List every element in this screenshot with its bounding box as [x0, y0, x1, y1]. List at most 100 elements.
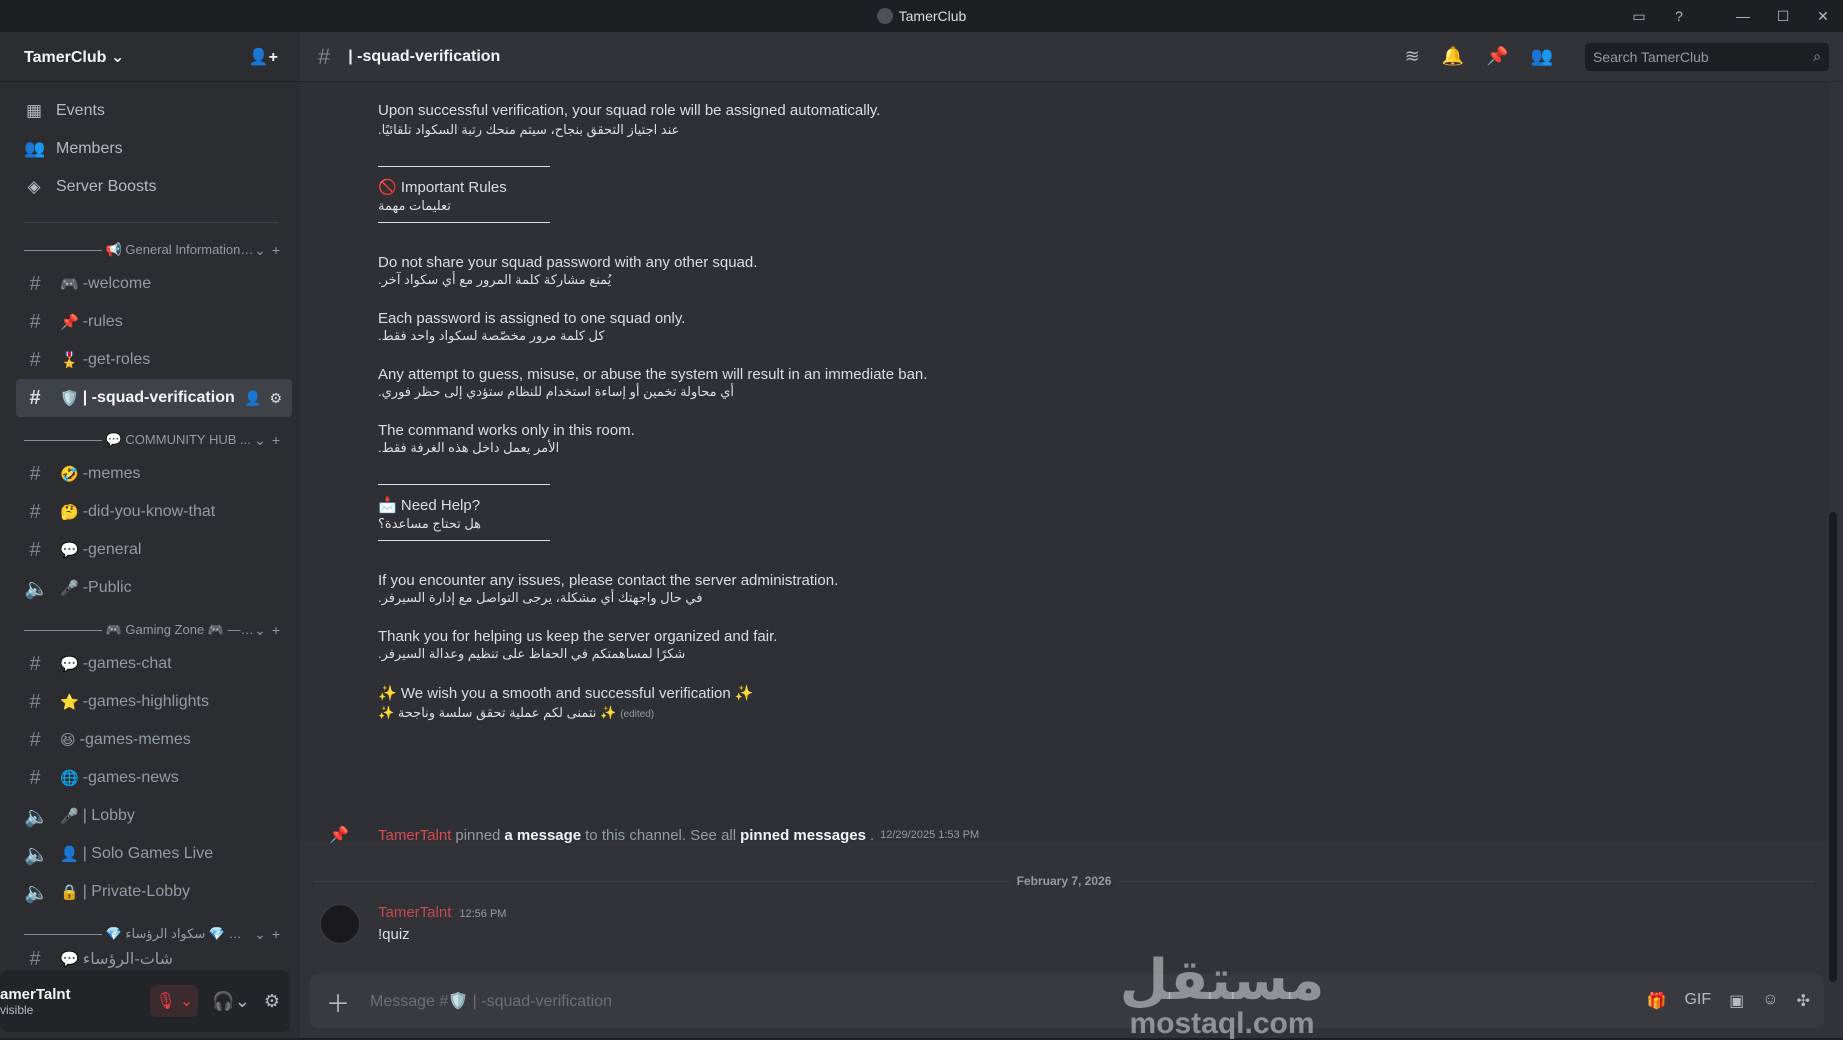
nav-events[interactable]: ▦ Events	[16, 92, 292, 130]
text-channel-icon: #	[29, 386, 41, 409]
help-icon[interactable]: ?	[1659, 0, 1699, 32]
message-input[interactable]: Message #🛡️ | -squad-verification	[370, 991, 1647, 1011]
add-attachment-icon[interactable]: ＋	[324, 987, 352, 1018]
gear-icon[interactable]: ⚙	[269, 390, 282, 407]
pin-message-link[interactable]: a message	[504, 827, 581, 844]
message-text-ar: عند اجتياز التحقق بنجاح، سيتم منحك رتبة …	[378, 122, 680, 137]
add-channel-icon[interactable]: +	[272, 242, 280, 259]
message-author[interactable]: TamerTalnt	[378, 904, 451, 921]
channel-squad-verification[interactable]: # 🛡️ | -squad-verification 👤 ⚙	[16, 379, 292, 417]
channel-emoji: 🤔	[60, 504, 79, 521]
channel-public[interactable]: 🔈 🎤 -Public	[16, 569, 292, 607]
calendar-icon: ▦	[25, 101, 43, 120]
watermark-arabic: مستقل	[1119, 948, 1325, 1011]
message-item: TamerTalnt 12:56 PM !quiz	[300, 902, 1830, 962]
minimize-button[interactable]: —	[1723, 0, 1763, 32]
close-button[interactable]: ✕	[1803, 0, 1843, 32]
composer-toolbar: 🎁 GIF ▣ ☺ ✣	[1647, 991, 1810, 1011]
nav-members-label: Members	[56, 140, 123, 157]
user-settings-gear-icon[interactable]: ⚙	[264, 991, 280, 1012]
headphones-icon[interactable]: 🎧⌄	[212, 991, 250, 1012]
channel-games-news[interactable]: # 🌐 -games-news	[16, 759, 292, 797]
chevron-down-icon[interactable]: ⌄	[254, 432, 266, 449]
channel-private-lobby[interactable]: 🔈 🔒 | Private-Lobby	[16, 873, 292, 911]
invite-people-icon[interactable]: 👤+	[249, 47, 278, 67]
server-name[interactable]: TamerClub ⌄	[24, 47, 124, 67]
channel-welcome[interactable]: # 🎮 -welcome	[16, 265, 292, 303]
channel-get-roles[interactable]: # 🎖️ -get-roles	[16, 341, 292, 379]
mic-off-icon: 🎙	[155, 993, 176, 1010]
channel-did-you-know-that[interactable]: # 🤔 -did-you-know-that	[16, 493, 292, 531]
avatar[interactable]	[320, 904, 360, 944]
nav-server-boosts[interactable]: ◈ Server Boosts	[16, 168, 292, 206]
user-panel: amerTalnt visible 🎙 ⌄ 🎧⌄ ⚙	[0, 970, 290, 1032]
pinned-messages-link[interactable]: pinned messages	[740, 827, 866, 844]
bell-icon[interactable]: 🔔	[1442, 46, 1464, 67]
channel-emoji: 💬	[60, 656, 79, 673]
channel-label: -did-you-know-that	[82, 503, 216, 520]
category-community-hub[interactable]: —————— 💬 COMMUNITY HUB ... ⌄ +	[0, 425, 300, 455]
text-channel-icon: #	[29, 462, 41, 485]
pin-icon[interactable]: 📌	[1486, 46, 1508, 67]
chevron-down-icon[interactable]: ⌄	[254, 926, 266, 943]
maximize-button[interactable]: ☐	[1763, 0, 1803, 32]
message-composer[interactable]: ＋ Message #🛡️ | -squad-verification 🎁 GI…	[310, 974, 1824, 1028]
threads-icon[interactable]: ≋	[1405, 46, 1420, 67]
message-text: If you encounter any issues, please cont…	[378, 572, 839, 589]
user-info[interactable]: amerTalnt visible	[0, 986, 71, 1017]
member-list-icon[interactable]: 👥	[1531, 46, 1553, 67]
channel-emoji: 🎤	[60, 580, 79, 597]
sticker-icon[interactable]: ▣	[1729, 991, 1744, 1011]
window-title-text: TamerClub	[898, 8, 967, 24]
nav-members[interactable]: 👥 Members	[16, 130, 292, 168]
user-controls: 🎙 ⌄ 🎧⌄ ⚙	[150, 985, 280, 1017]
search-input[interactable]: Search TamerClub ⌕	[1585, 42, 1829, 71]
chevron-down-icon[interactable]: ⌄	[254, 242, 266, 259]
apps-icon[interactable]: ✣	[1797, 991, 1810, 1011]
message-text: Any attempt to guess, misuse, or abuse t…	[378, 366, 928, 383]
username: amerTalnt	[0, 985, 71, 1003]
scrollbar[interactable]	[1829, 512, 1837, 982]
mute-button[interactable]: 🎙 ⌄	[150, 985, 199, 1017]
message-text: The command works only in this room.	[378, 422, 635, 439]
chevron-down-icon[interactable]: ⌄	[180, 991, 193, 1011]
channel-cut-off[interactable]: # 💬 شات-الرؤساء	[16, 949, 292, 969]
pin-author[interactable]: TamerTalnt	[378, 827, 451, 844]
locked-voice-channel-icon: 🔈	[24, 881, 49, 904]
channel-label: -welcome	[82, 275, 152, 292]
channel-general[interactable]: # 💬 -general	[16, 531, 292, 569]
message-text-ar: أي محاولة تخمين أو إساءة استخدام للنظام …	[378, 384, 734, 399]
channel-label: | Private-Lobby	[82, 883, 191, 900]
category-squad[interactable]: —————— 💎 سكواد الرؤساء 💎 ——————... ⌄ +	[0, 919, 300, 949]
gif-icon[interactable]: GIF	[1684, 991, 1711, 1011]
channel-title: | -squad-verification	[348, 47, 501, 65]
add-channel-icon[interactable]: +	[272, 432, 280, 449]
channel-rules[interactable]: # 📌 -rules	[16, 303, 292, 341]
channel-label: -games-chat	[82, 655, 172, 672]
server-header[interactable]: TamerClub ⌄ 👤+	[0, 32, 300, 82]
channel-games-chat[interactable]: # 💬 -games-chat	[16, 645, 292, 683]
message-author-row: TamerTalnt 12:56 PM	[378, 904, 506, 921]
create-invite-icon[interactable]: 👤	[244, 390, 261, 407]
channel-lobby[interactable]: 🔈 🎤 | Lobby	[16, 797, 292, 835]
add-channel-icon[interactable]: +	[272, 926, 280, 943]
channel-solo-games-live[interactable]: 🔈 👤 | Solo Games Live	[16, 835, 292, 873]
gift-icon[interactable]: 🎁	[1647, 991, 1667, 1011]
message-text-ar: شكرًا لمساهمتكم في الحفاظ على تنظيم وعدا…	[378, 646, 686, 661]
channel-label: -memes	[82, 465, 141, 482]
channel-memes[interactable]: # 🤣 -memes	[16, 455, 292, 493]
message-text-ar: الأمر يعمل داخل هذه الغرفة فقط.	[378, 440, 560, 455]
emoji-icon[interactable]: ☺	[1762, 991, 1778, 1011]
message-text-ar: ✨ نتمنى لكم عملية تحقق سلسة وناجحة ✨	[378, 705, 617, 720]
add-channel-icon[interactable]: +	[272, 622, 280, 639]
envelope-icon: 📩	[378, 497, 397, 514]
category-gaming-zone[interactable]: —————— 🎮 Gaming Zone 🎮 ——... ⌄ +	[0, 615, 300, 645]
inbox-icon[interactable]: ▭	[1619, 0, 1659, 32]
divider-line	[314, 880, 1011, 882]
chevron-down-icon[interactable]: ⌄	[254, 622, 266, 639]
channel-games-memes[interactable]: # 😆 -games-memes	[16, 721, 292, 759]
channel-games-highlights[interactable]: # ⭐ -games-highlights	[16, 683, 292, 721]
no-entry-icon: 🚫	[378, 179, 397, 196]
edited-tag: (edited)	[620, 709, 655, 720]
category-general-information[interactable]: —————— 📢 General Information ... ⌄ +	[0, 235, 300, 265]
